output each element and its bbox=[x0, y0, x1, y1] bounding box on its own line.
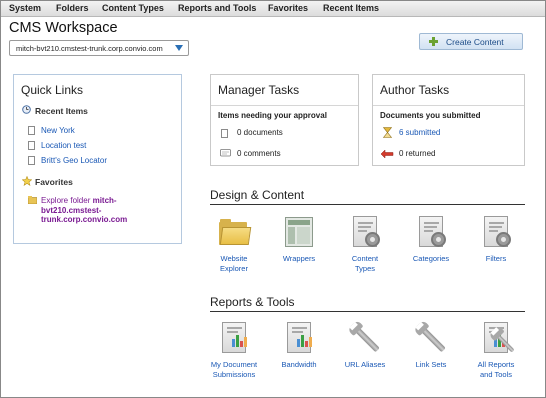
favorite-folder-link[interactable]: Explore folder mitch-bvt210.cmstest-trun… bbox=[41, 196, 166, 225]
menu-recent-items[interactable]: Recent Items bbox=[323, 3, 379, 13]
manager-tasks-title: Manager Tasks bbox=[218, 83, 300, 97]
manager-tasks-panel: Manager Tasks Items needing your approva… bbox=[210, 74, 359, 166]
report-chart-icon bbox=[217, 321, 251, 355]
my-document-submissions-tile[interactable]: My Document Submissions bbox=[206, 321, 262, 379]
tile-label: Bandwidth bbox=[281, 360, 317, 369]
page-gear-icon bbox=[348, 215, 382, 249]
clock-icon bbox=[22, 105, 31, 114]
tile-label: Filters bbox=[485, 254, 507, 263]
favorite-prefix: Explore folder bbox=[41, 196, 93, 205]
create-content-button[interactable]: Create Content bbox=[419, 33, 523, 50]
author-tasks-title: Author Tasks bbox=[380, 83, 450, 97]
menu-folders[interactable]: Folders bbox=[56, 3, 89, 13]
menu-content-types[interactable]: Content Types bbox=[102, 3, 164, 13]
bandwidth-tile[interactable]: Bandwidth bbox=[271, 321, 327, 370]
wrapper-icon bbox=[282, 215, 316, 249]
recent-item-link[interactable]: Britt's Geo Locator bbox=[41, 156, 107, 165]
tile-label: Categories bbox=[412, 254, 450, 263]
url-aliases-tile[interactable]: URL Aliases bbox=[337, 321, 393, 370]
tile-label: Link Sets bbox=[415, 360, 447, 369]
create-content-label: Create Content bbox=[446, 37, 504, 47]
report-wrench-icon bbox=[479, 321, 515, 355]
document-icon bbox=[28, 126, 35, 135]
folder-icon bbox=[28, 196, 37, 204]
all-reports-and-tools-tile[interactable]: All Reports and Tools bbox=[468, 321, 524, 379]
pending-documents-count: 0 documents bbox=[237, 128, 283, 137]
link-sets-tile[interactable]: Link Sets bbox=[403, 321, 459, 370]
website-explorer-tile[interactable]: Website Explorer bbox=[206, 215, 262, 273]
page-gear-icon bbox=[414, 215, 448, 249]
recent-item-link[interactable]: Location test bbox=[41, 141, 86, 150]
author-tasks-subtitle: Documents you submitted bbox=[380, 111, 481, 120]
document-icon bbox=[28, 156, 35, 165]
content-types-tile[interactable]: Content Types bbox=[337, 215, 393, 273]
recent-item-link[interactable]: New York bbox=[41, 126, 75, 135]
page-gear-icon bbox=[479, 215, 513, 249]
cms-window: System Folders Content Types Reports and… bbox=[0, 0, 546, 398]
favorites-heading: Favorites bbox=[35, 177, 73, 187]
wrench-icon bbox=[348, 321, 382, 355]
returned-documents-count: 0 returned bbox=[399, 149, 436, 158]
site-selector-value: mitch-bvt210.cmstest-trunk.corp.convio.c… bbox=[16, 44, 163, 53]
folder-icon bbox=[217, 215, 252, 249]
reports-tools-heading: Reports & Tools bbox=[210, 295, 295, 309]
divider bbox=[373, 105, 524, 106]
document-icon bbox=[28, 141, 35, 150]
quick-links-title: Quick Links bbox=[21, 83, 84, 97]
divider bbox=[211, 105, 358, 106]
plus-icon bbox=[429, 37, 438, 46]
recent-items-heading: Recent Items bbox=[35, 106, 88, 116]
menu-system[interactable]: System bbox=[9, 3, 41, 13]
wrappers-tile[interactable]: Wrappers bbox=[271, 215, 327, 264]
submitted-documents-link[interactable]: 6 submitted bbox=[399, 128, 440, 137]
tile-label: Content Types bbox=[351, 254, 379, 273]
divider bbox=[210, 204, 525, 205]
document-icon bbox=[221, 129, 228, 138]
wrench-icon bbox=[414, 321, 448, 355]
pending-comments-count: 0 comments bbox=[237, 149, 281, 158]
filters-tile[interactable]: Filters bbox=[468, 215, 524, 264]
top-menu-bar: System Folders Content Types Reports and… bbox=[1, 1, 545, 17]
tile-label: My Document Submissions bbox=[210, 360, 258, 379]
categories-tile[interactable]: Categories bbox=[403, 215, 459, 264]
report-chart-icon bbox=[282, 321, 316, 355]
divider bbox=[210, 311, 525, 312]
page-title: CMS Workspace bbox=[9, 20, 118, 36]
tile-label: URL Aliases bbox=[344, 360, 386, 369]
returned-icon bbox=[380, 149, 394, 158]
author-tasks-panel: Author Tasks Documents you submitted 6 s… bbox=[372, 74, 525, 166]
tile-label: Website Explorer bbox=[220, 254, 248, 273]
tile-label: All Reports and Tools bbox=[477, 360, 515, 379]
design-content-heading: Design & Content bbox=[210, 188, 305, 202]
tile-label: Wrappers bbox=[282, 254, 316, 263]
hourglass-icon bbox=[383, 127, 392, 138]
comment-icon bbox=[220, 149, 231, 157]
star-icon bbox=[22, 176, 32, 186]
chevron-down-icon bbox=[175, 45, 183, 51]
menu-reports-and-tools[interactable]: Reports and Tools bbox=[178, 3, 256, 13]
manager-tasks-subtitle: Items needing your approval bbox=[218, 111, 327, 120]
site-selector-dropdown[interactable]: mitch-bvt210.cmstest-trunk.corp.convio.c… bbox=[9, 40, 189, 56]
menu-favorites[interactable]: Favorites bbox=[268, 3, 308, 13]
